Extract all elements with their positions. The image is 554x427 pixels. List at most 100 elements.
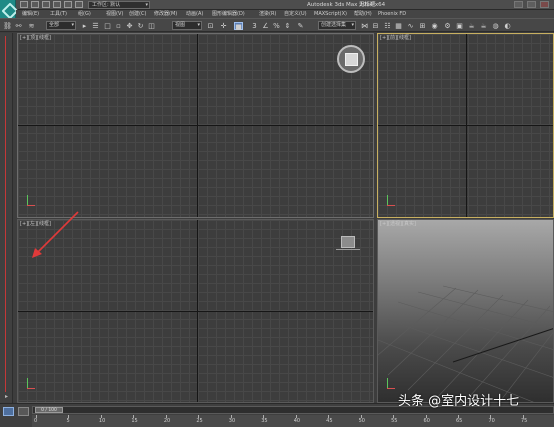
menu-modifiers[interactable]: 修改器(M) [154,10,177,18]
axis-tripod-x [27,388,35,389]
perspective-grid [378,285,553,402]
menu-phoenix-fd[interactable]: Phoenix FD [378,10,406,18]
render-active-shade-icon[interactable]: ◐ [503,22,512,30]
select-rotate-icon[interactable]: ↻ [136,22,145,30]
new-file-icon[interactable] [20,1,28,8]
grid-home-axis-vertical [466,34,467,217]
reference-coordinate-dropdown[interactable]: 视图 ▾ [172,21,202,30]
document-title: 无标题 [359,2,376,8]
frame-ruler[interactable]: 0 5 10 15 20 25 30 35 40 45 50 55 60 65 70 75 [32,415,554,427]
window-crossing-icon[interactable]: ▫ [114,22,123,30]
viewport-front-label[interactable]: [+][前][线框] [380,35,411,42]
axis-tripod-x [387,205,395,206]
chevron-down-icon: ▾ [197,22,200,28]
menu-help[interactable]: 帮助(H) [354,10,372,18]
workspace-label: 工作区: 默认 [92,2,121,8]
select-scale-icon[interactable]: ◫ [147,22,156,30]
open-file-icon[interactable] [31,1,39,8]
layer-manager-icon[interactable]: ☷ [383,22,392,30]
menu-graph-editors[interactable]: 图形编辑器(D) [212,10,245,18]
steering-wheel-icon[interactable] [337,45,365,73]
viewport-left[interactable]: [+][左][线框] [17,219,374,403]
maximize-button[interactable] [527,1,536,8]
grid-home-axis-horizontal [18,311,373,312]
rendered-frame-window-icon[interactable]: ▣ [455,22,464,30]
ruler-tick-label: 70 [488,418,495,424]
ruler-tick-label: 10 [98,418,106,424]
undo-icon[interactable] [53,1,61,8]
menu-bar: 编辑(E) 工具(T) 组(G) 视图(V) 创建(C) 修改器(M) 动画(A… [16,10,554,18]
grid-home-axis-vertical [197,34,198,217]
axis-tripod-x [387,388,395,389]
workspace-dropdown[interactable]: 工作区: 默认 ▾ [88,1,150,9]
ruler-tick-label: 20 [163,418,171,424]
ruler-tick-label: 50 [358,418,365,424]
render-iterative-icon[interactable]: ◍ [491,22,500,30]
mirror-icon[interactable]: ⋈ [360,22,369,30]
snaps-toggle-icon[interactable]: 3 [250,22,259,30]
save-file-icon[interactable] [42,1,50,8]
reference-coordinate-value: 视图 [175,22,186,28]
bind-space-warp-icon[interactable]: ≋ [27,22,36,30]
viewport-left-label[interactable]: [+][左][线框] [20,221,51,228]
left-side-strip: ▸ [0,33,13,403]
viewport-front[interactable]: [+][前][线框] [377,33,554,218]
axis-tripod-y [27,195,28,205]
edit-named-selection-icon[interactable]: ✎ [296,22,305,30]
ruler-tick-label: 0 [34,418,38,424]
mini-listener-button[interactable] [3,407,14,416]
menu-group[interactable]: 组(G) [78,10,91,18]
link-icon[interactable]: ⛓ [3,22,12,30]
graphite-toolset-icon[interactable]: ▦ [394,22,403,30]
viewport-top[interactable]: [+][顶][线框] [17,33,374,218]
chevron-down-icon: ▾ [71,22,74,28]
project-folder-icon[interactable] [75,1,83,8]
expand-arrow-icon[interactable]: ▸ [3,393,10,400]
render-setup-icon[interactable]: ⚙ [443,22,452,30]
menu-maxscript[interactable]: MAXScript(X) [314,10,347,18]
menu-views[interactable]: 视图(V) [106,10,123,18]
ruler-tick-label: 30 [228,418,236,424]
named-selection-set-dropdown[interactable]: 创建选择集 ▾ [318,21,356,30]
ruler-tick-label: 45 [326,418,333,424]
select-by-name-icon[interactable]: ☰ [91,22,100,30]
ruler-tick-label: 75 [520,418,528,424]
teapot-render-icon[interactable]: ☕ [479,22,488,30]
menu-customize[interactable]: 自定义(U) [284,10,307,18]
schematic-view-icon[interactable]: ⊞ [418,22,427,30]
manipulate-icon[interactable]: ✛ [219,22,228,30]
minimize-button[interactable] [514,1,523,8]
align-icon[interactable]: ⊟ [371,22,380,30]
menu-rendering[interactable]: 渲染(R) [259,10,276,18]
title-bar: 工作区: 默认 ▾ Autodesk 3ds Max 2014 x64 无标题 [0,0,554,10]
rectangular-selection-icon[interactable]: □ [103,22,112,30]
keyboard-shortcut-override-icon[interactable]: ■ [234,22,243,31]
angle-snap-icon[interactable]: ∠ [261,22,270,30]
red-guide-line [5,36,6,392]
material-editor-icon[interactable]: ◉ [430,22,439,30]
time-slider-thumb[interactable]: 0 / 100 [35,407,63,413]
unlink-icon[interactable]: ⚯ [14,22,23,30]
viewport-perspective[interactable]: [+][透视][真实] [377,219,554,403]
ruler-tick-label: 40 [293,418,301,424]
pivot-center-icon[interactable]: ⊡ [206,22,215,30]
curve-editor-icon[interactable]: ∿ [406,22,415,30]
menu-tools[interactable]: 工具(T) [50,10,67,18]
render-production-icon[interactable]: ☕ [467,22,476,30]
menu-animation[interactable]: 动画(A) [186,10,203,18]
chevron-down-icon: ▾ [351,22,354,28]
percent-snap-icon[interactable]: % [272,22,281,30]
close-button[interactable] [540,1,549,8]
axis-tripod-x [27,205,35,206]
menu-edit[interactable]: 编辑(E) [22,10,39,18]
viewport-top-label[interactable]: [+][顶][线框] [20,35,51,42]
selection-filter-dropdown[interactable]: 全部 ▾ [46,21,76,30]
select-object-icon[interactable]: ▸ [80,22,89,30]
spinner-snap-icon[interactable]: ⇕ [283,22,292,30]
menu-create[interactable]: 创建(C) [129,10,146,18]
chevron-down-icon: ▾ [145,2,148,8]
track-view-button[interactable] [18,407,29,416]
redo-icon[interactable] [64,1,72,8]
select-move-icon[interactable]: ✥ [125,22,134,30]
viewcube-icon[interactable] [341,236,355,248]
